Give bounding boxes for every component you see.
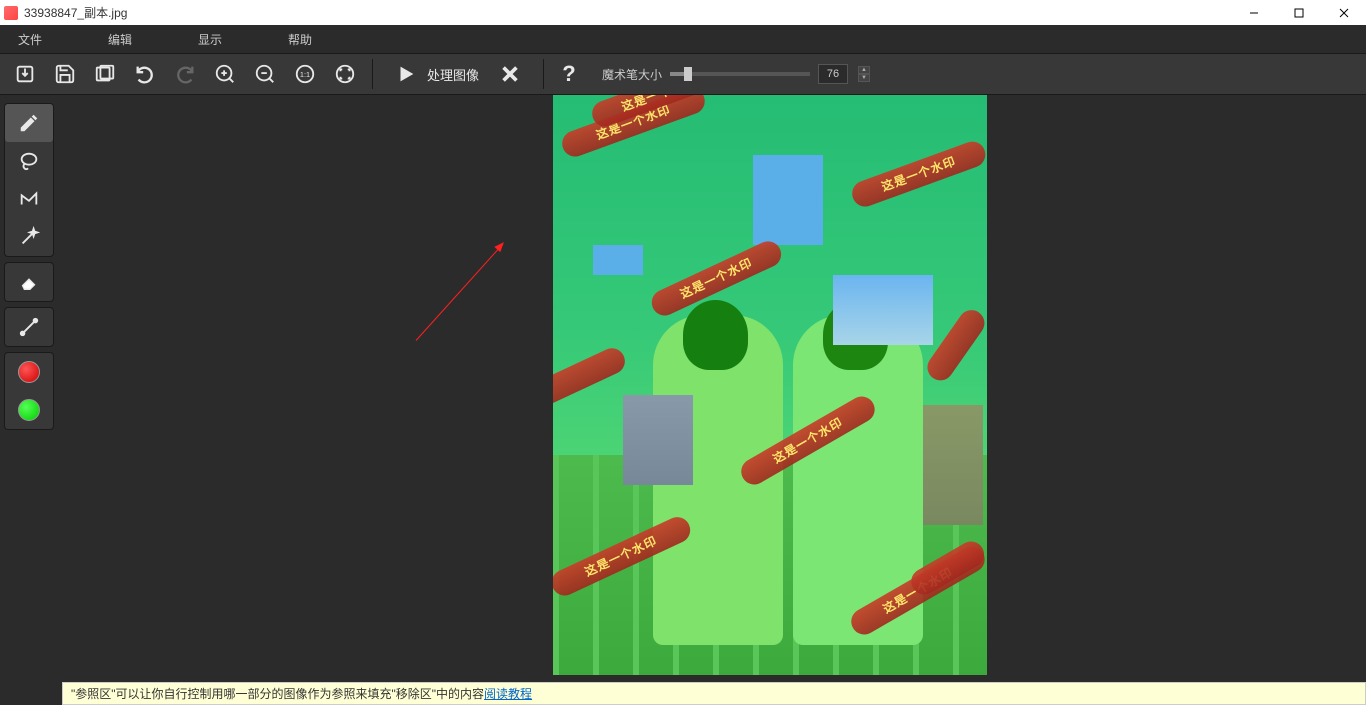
process-area: 处理图像	[383, 59, 533, 89]
process-button[interactable]	[391, 59, 421, 89]
unmask-region	[833, 275, 933, 345]
eraser-tool[interactable]	[5, 263, 53, 301]
tutorial-link[interactable]: 阅读教程	[484, 685, 532, 702]
window-title: 33938847_副本.jpg	[24, 4, 127, 21]
window-controls	[1231, 0, 1366, 25]
brush-value-input[interactable]: 76	[818, 64, 848, 84]
brush-slider[interactable]	[670, 72, 810, 76]
image-canvas[interactable]: 这是一个水印 这是一个水印 这是一个水印 这是一个水印 这是一个水印 这是一个水…	[553, 95, 987, 675]
side-toolbar	[0, 95, 58, 682]
brush-label: 魔术笔大小	[602, 66, 662, 83]
brush-size-section: 魔术笔大小 76 ▲ ▼	[602, 64, 870, 84]
unmask-region	[593, 245, 643, 275]
brush-tool[interactable]	[5, 104, 53, 142]
unmask-region	[923, 405, 983, 525]
toolbar-divider	[372, 59, 373, 89]
app-icon	[4, 6, 18, 20]
title-bar: 33938847_副本.jpg	[0, 0, 1366, 25]
main-toolbar: 1:1 处理图像 ? 魔术笔大小 76 ▲ ▼	[0, 53, 1366, 95]
status-text: "参照区"可以让你自行控制用哪一部分的图像作为参照来填充"移除区"中的内容	[71, 685, 484, 702]
svg-text:1:1: 1:1	[300, 70, 310, 79]
remove-area-color[interactable]	[5, 353, 53, 391]
process-label: 处理图像	[427, 65, 479, 84]
undo-button[interactable]	[128, 57, 162, 91]
status-bar: "参照区"可以让你自行控制用哪一部分的图像作为参照来填充"移除区"中的内容 阅读…	[62, 682, 1366, 705]
brush-spinner: ▲ ▼	[858, 66, 870, 82]
close-button[interactable]	[1321, 0, 1366, 25]
zoom-in-button[interactable]	[208, 57, 242, 91]
save-as-button[interactable]	[88, 57, 122, 91]
minimize-button[interactable]	[1231, 0, 1276, 25]
polygon-tool[interactable]	[5, 180, 53, 218]
maximize-button[interactable]	[1276, 0, 1321, 25]
main-area: 这是一个水印 这是一个水印 这是一个水印 这是一个水印 这是一个水印 这是一个水…	[0, 95, 1366, 682]
zoom-actual-button[interactable]: 1:1	[288, 57, 322, 91]
magic-wand-tool[interactable]	[5, 218, 53, 256]
save-button[interactable]	[48, 57, 82, 91]
menu-bar: 文件 编辑 显示 帮助	[0, 25, 1366, 53]
zoom-out-button[interactable]	[248, 57, 282, 91]
zoom-fit-button[interactable]	[328, 57, 362, 91]
unmask-region	[753, 155, 823, 245]
cancel-button[interactable]	[495, 59, 525, 89]
brush-increment[interactable]: ▲	[858, 66, 870, 74]
toolbar-divider-2	[543, 59, 544, 89]
menu-file[interactable]: 文件	[10, 29, 50, 50]
help-button[interactable]: ?	[554, 59, 584, 89]
unmask-region	[623, 395, 693, 485]
annotation-arrow	[416, 244, 504, 341]
lasso-tool[interactable]	[5, 142, 53, 180]
menu-view[interactable]: 显示	[190, 29, 230, 50]
line-tool[interactable]	[5, 308, 53, 346]
menu-help[interactable]: 帮助	[280, 29, 320, 50]
open-button[interactable]	[8, 57, 42, 91]
menu-edit[interactable]: 编辑	[100, 29, 140, 50]
redo-button[interactable]	[168, 57, 202, 91]
canvas-area[interactable]: 这是一个水印 这是一个水印 这是一个水印 这是一个水印 这是一个水印 这是一个水…	[58, 95, 1366, 682]
brush-decrement[interactable]: ▼	[858, 74, 870, 82]
keep-area-color[interactable]	[5, 391, 53, 429]
